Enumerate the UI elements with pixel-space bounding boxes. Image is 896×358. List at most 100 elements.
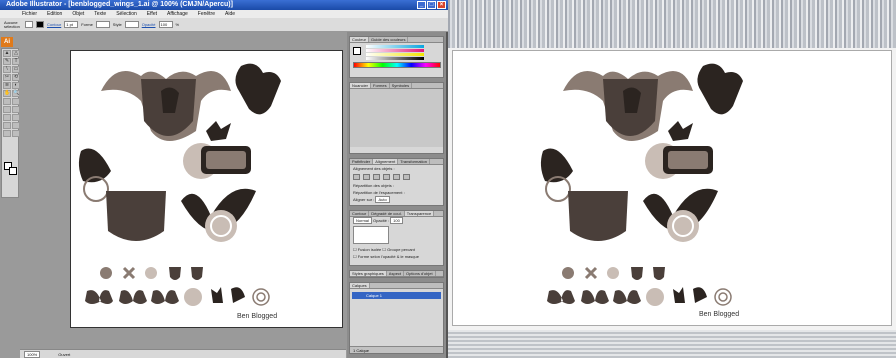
- minimize-button[interactable]: _: [417, 1, 426, 9]
- hand-tool-icon[interactable]: ✋: [3, 90, 11, 97]
- selection-tool-icon[interactable]: ▲: [3, 50, 11, 57]
- align-right-icon[interactable]: [373, 174, 380, 180]
- shape-select[interactable]: [95, 21, 110, 28]
- mini-disc: [184, 288, 202, 306]
- tab-transparency[interactable]: Transparence: [404, 211, 435, 216]
- tool-slot[interactable]: [12, 130, 20, 137]
- signature: Ben Blogged: [237, 313, 278, 320]
- fill-swatch[interactable]: [25, 21, 33, 28]
- artboard[interactable]: Ben Blogged: [70, 50, 343, 328]
- swatches-panel: Nuancier Formes Symboles: [349, 82, 444, 154]
- rectangle-tool-icon[interactable]: ▭: [12, 66, 20, 73]
- zoom-level[interactable]: 100%: [24, 350, 41, 358]
- menu-edit[interactable]: Edition: [47, 10, 62, 18]
- tab-layers[interactable]: Calques: [350, 283, 370, 288]
- align-to-label: Aligner sur :: [353, 197, 375, 202]
- opacity-field[interactable]: 100: [158, 21, 173, 28]
- tab-brushes[interactable]: Formes: [371, 83, 390, 88]
- mask-opacity-checkbox[interactable]: ☐ Forme selon l'opacité & le masque: [350, 253, 443, 260]
- color-fill-box[interactable]: [353, 47, 361, 55]
- type-tool-icon[interactable]: T: [12, 58, 20, 65]
- mini-target: [252, 288, 270, 306]
- tab-color-guide[interactable]: Guide des couleurs: [369, 37, 409, 42]
- tab-stroke[interactable]: Contour: [350, 211, 370, 216]
- cyan-slider[interactable]: [366, 45, 424, 48]
- mini-cross: [122, 266, 136, 280]
- tool-slot[interactable]: [3, 106, 11, 113]
- mini-disc: [646, 288, 664, 306]
- tool-slot[interactable]: [3, 122, 11, 129]
- align-center-icon[interactable]: [363, 174, 370, 180]
- menu-file[interactable]: Fichier: [22, 10, 37, 18]
- tool-slot[interactable]: [12, 106, 20, 113]
- tab-transform[interactable]: Transformation: [398, 159, 430, 164]
- transparency-panel: Contour Dégradé de coul. Transparence No…: [349, 210, 444, 266]
- menu-effect[interactable]: Effet: [147, 10, 157, 18]
- tool-slot[interactable]: [12, 122, 20, 129]
- opacity-mask-thumbnail[interactable]: [353, 226, 389, 244]
- direct-selection-tool-icon[interactable]: △: [12, 50, 20, 57]
- black-slider[interactable]: [366, 57, 424, 60]
- warp-tool-icon[interactable]: ≋: [3, 82, 11, 89]
- yellow-slider[interactable]: [366, 53, 424, 56]
- stroke-swatch[interactable]: [36, 21, 44, 28]
- tool-slot[interactable]: [3, 98, 11, 105]
- align-top-icon[interactable]: [383, 174, 390, 180]
- mini-griffin: [693, 287, 707, 303]
- menu-select[interactable]: Sélection: [116, 10, 137, 18]
- align-middle-icon[interactable]: [393, 174, 400, 180]
- rotate-tool-icon[interactable]: ⟲: [12, 74, 20, 81]
- layers-footer: 1 Calque: [350, 346, 443, 353]
- tab-pathfinder[interactable]: Pathfinder: [350, 159, 374, 164]
- gradient-tool-icon[interactable]: ◐: [12, 82, 20, 89]
- layer-row[interactable]: Calque 1: [352, 292, 441, 299]
- tab-color[interactable]: Couleur: [350, 37, 370, 42]
- tool-slot[interactable]: [12, 114, 20, 121]
- tab-swatches[interactable]: Nuancier: [350, 83, 372, 88]
- isolate-blending-checkbox[interactable]: ☐ Fusion isolée ☐ Groupe percant: [350, 246, 443, 253]
- stroke-label[interactable]: Contour: [47, 22, 61, 27]
- lower-shield: [568, 191, 628, 241]
- style-select[interactable]: [124, 21, 139, 28]
- menu-text[interactable]: Texte: [94, 10, 106, 18]
- layer-name: Calque 1: [366, 293, 383, 298]
- tab-object-options[interactable]: Options d'objet: [404, 271, 436, 276]
- pen-tool-icon[interactable]: ✎: [3, 58, 11, 65]
- blend-row: Normal Opacité : 100: [350, 217, 443, 224]
- menu-view[interactable]: Affichage: [167, 10, 188, 18]
- maximize-button[interactable]: □: [427, 1, 436, 9]
- align-bottom-icon[interactable]: [403, 174, 410, 180]
- tool-slot[interactable]: [3, 114, 11, 121]
- tab-symbols[interactable]: Symboles: [390, 83, 413, 88]
- tab-gradient[interactable]: Dégradé de coul.: [369, 211, 405, 216]
- tool-slot[interactable]: [12, 98, 20, 105]
- mini-wreath: [145, 267, 157, 279]
- tab-graphic-styles[interactable]: Styles graphiques: [350, 271, 387, 276]
- tab-align[interactable]: Alignement: [373, 159, 399, 164]
- menu-window[interactable]: Fenêtre: [198, 10, 215, 18]
- blend-mode-select[interactable]: Normal: [353, 217, 372, 224]
- color-spectrum[interactable]: [353, 62, 441, 68]
- align-to-select[interactable]: Auto: [375, 196, 390, 203]
- magenta-slider[interactable]: [366, 49, 424, 52]
- align-objects-label: Alignement des objets :: [353, 166, 395, 171]
- opacity-label[interactable]: Opacité: [142, 22, 156, 27]
- line-tool-icon[interactable]: \: [3, 66, 11, 73]
- scissors-tool-icon[interactable]: ✂: [3, 74, 11, 81]
- menu-help[interactable]: Aide: [225, 10, 235, 18]
- stroke-color-box[interactable]: [9, 167, 17, 175]
- mask-opacity-label: Forme selon l'opacité & le masque: [357, 254, 419, 259]
- menu-object[interactable]: Objet: [72, 10, 84, 18]
- stag-silhouette: [668, 121, 693, 141]
- close-button[interactable]: ×: [437, 1, 446, 9]
- tool-slot[interactable]: [3, 130, 11, 137]
- tab-appearance[interactable]: Aspect: [387, 271, 405, 276]
- stroke-weight-field[interactable]: 1 pt: [64, 21, 79, 28]
- align-left-icon[interactable]: [353, 174, 360, 180]
- transparency-opacity-field[interactable]: 100: [390, 217, 403, 224]
- swatches-area[interactable]: [350, 89, 443, 147]
- preview-window: Ben Blogged: [448, 0, 896, 358]
- mini-target: [714, 288, 732, 306]
- shape-label: Forme: [81, 22, 93, 27]
- zoom-tool-icon[interactable]: 🔍: [12, 90, 20, 97]
